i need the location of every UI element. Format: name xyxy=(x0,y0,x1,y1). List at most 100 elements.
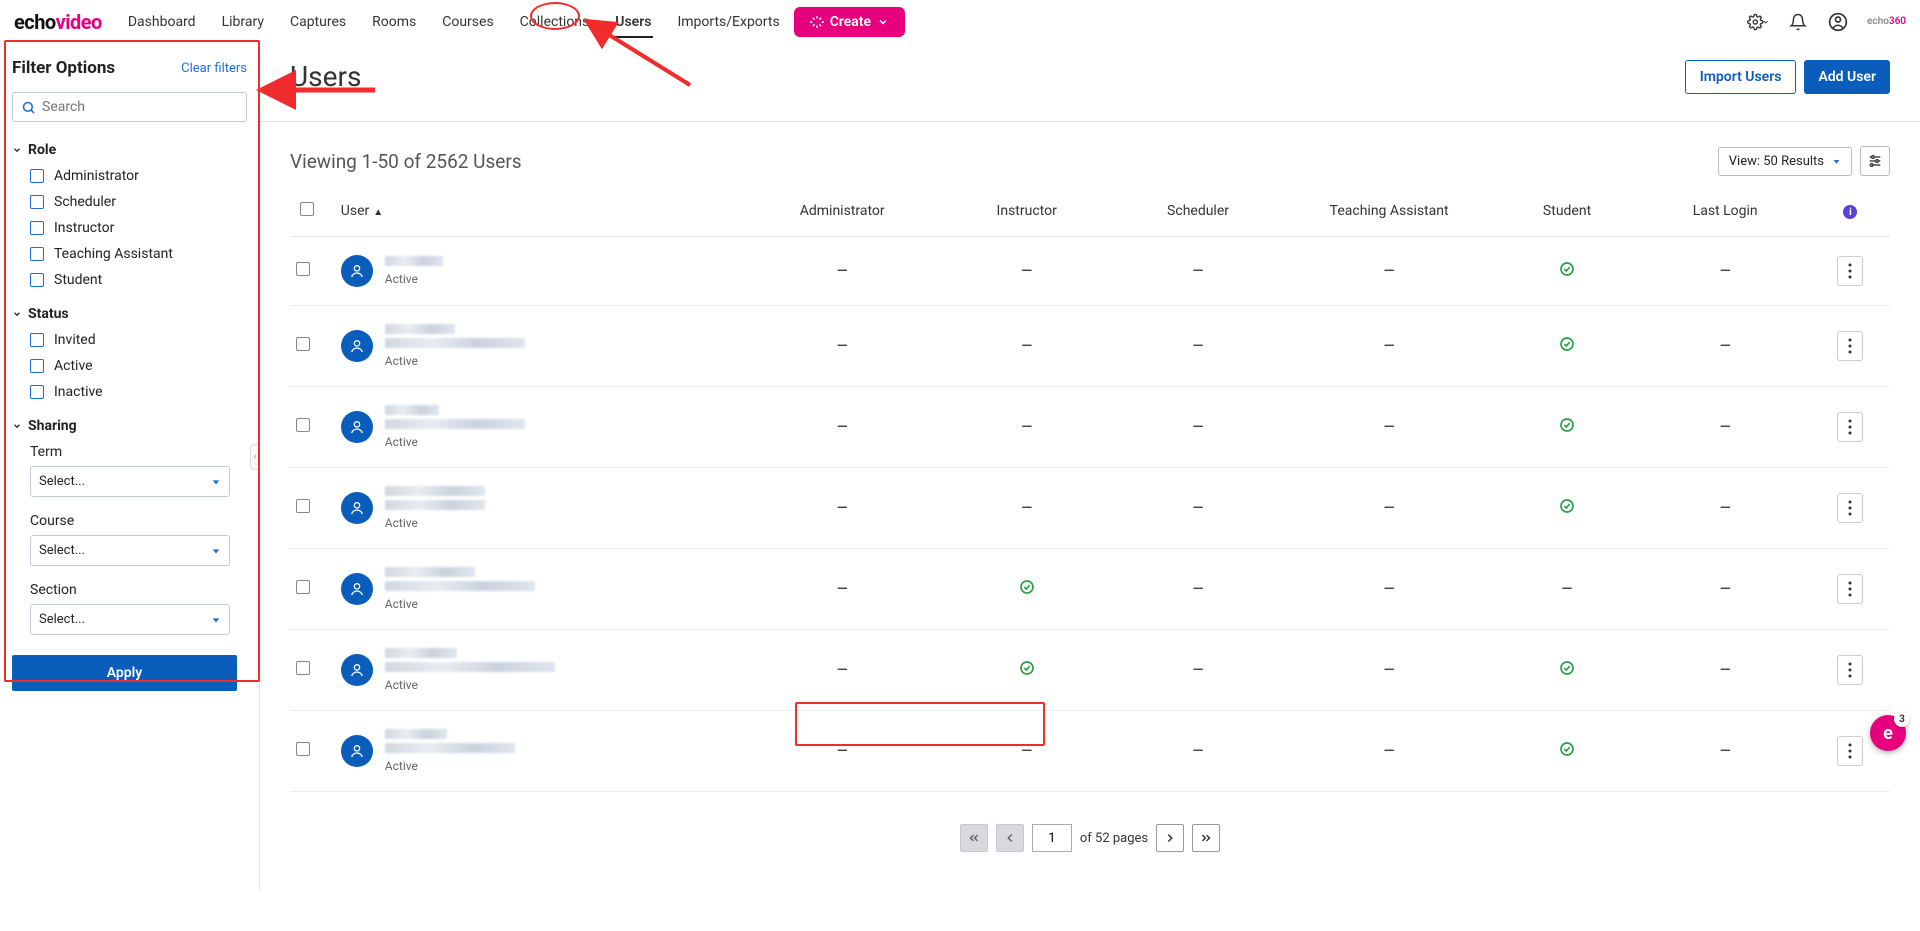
filter-role-instructor[interactable]: Instructor xyxy=(30,220,247,236)
col-student[interactable]: Student xyxy=(1495,192,1640,237)
row-actions-button[interactable] xyxy=(1837,412,1863,442)
help-badge[interactable]: e 3 xyxy=(1870,715,1906,751)
import-users-button[interactable]: Import Users xyxy=(1685,60,1797,94)
chevron-down-icon xyxy=(12,309,22,319)
sparkle-icon xyxy=(810,15,824,29)
table-row: Active————— xyxy=(290,306,1890,387)
row-checkbox[interactable] xyxy=(296,418,310,432)
user-status: Active xyxy=(385,516,485,530)
col-instructor[interactable]: Instructor xyxy=(941,192,1112,237)
page-prev-button[interactable] xyxy=(996,824,1024,852)
page-last-button[interactable] xyxy=(1192,824,1220,852)
user-status: Active xyxy=(385,678,555,692)
status-section-toggle[interactable]: Status xyxy=(12,306,247,322)
avatar xyxy=(341,654,373,686)
col-lastlogin[interactable]: Last Login xyxy=(1640,192,1811,237)
page-total-label: of 52 pages xyxy=(1080,831,1148,846)
nav-collections[interactable]: Collections xyxy=(518,4,592,40)
avatar xyxy=(341,255,373,287)
filter-status-invited[interactable]: Invited xyxy=(30,332,247,348)
checkmark-icon xyxy=(1559,741,1575,757)
term-select[interactable]: Select... xyxy=(30,466,230,497)
table-row: Active————— xyxy=(290,387,1890,468)
filter-role-student[interactable]: Student xyxy=(30,272,247,288)
filter-title: Filter Options xyxy=(12,58,115,78)
course-select[interactable]: Select... xyxy=(30,535,230,566)
filter-search[interactable] xyxy=(12,92,247,122)
user-status: Active xyxy=(385,597,535,611)
nav-captures[interactable]: Captures xyxy=(288,4,348,40)
row-checkbox[interactable] xyxy=(296,742,310,756)
page-next-button[interactable] xyxy=(1156,824,1184,852)
col-ta[interactable]: Teaching Assistant xyxy=(1284,192,1495,237)
checkmark-icon xyxy=(1559,417,1575,433)
chevron-down-icon xyxy=(12,421,22,431)
checkmark-icon xyxy=(1559,261,1575,277)
filter-role-teaching-assistant[interactable]: Teaching Assistant xyxy=(30,246,247,262)
view-count-select[interactable]: View: 50 Results xyxy=(1718,147,1852,176)
user-status: Active xyxy=(385,272,443,286)
sliders-icon xyxy=(1867,153,1883,169)
add-user-button[interactable]: Add User xyxy=(1804,60,1890,94)
filter-status-inactive[interactable]: Inactive xyxy=(30,384,247,400)
nav-courses[interactable]: Courses xyxy=(440,4,495,40)
search-icon xyxy=(21,100,36,115)
row-actions-button[interactable] xyxy=(1837,331,1863,361)
checkbox-icon xyxy=(30,247,44,261)
avatar xyxy=(341,330,373,362)
filter-role-scheduler[interactable]: Scheduler xyxy=(30,194,247,210)
checkmark-icon xyxy=(1019,660,1035,676)
nav-imports-exports[interactable]: Imports/Exports xyxy=(675,4,781,40)
checkbox-icon xyxy=(30,273,44,287)
section-select[interactable]: Select... xyxy=(30,604,230,635)
caret-down-icon xyxy=(211,546,221,556)
row-actions-button[interactable] xyxy=(1837,256,1863,286)
sidebar-collapse-handle[interactable]: ‹ xyxy=(250,444,260,470)
chevron-down-icon xyxy=(877,16,889,28)
row-actions-button[interactable] xyxy=(1837,574,1863,604)
checkbox-icon xyxy=(30,169,44,183)
row-actions-button[interactable] xyxy=(1837,655,1863,685)
select-all-checkbox[interactable] xyxy=(300,202,314,216)
checkbox-icon xyxy=(30,195,44,209)
page-number-input[interactable] xyxy=(1032,824,1072,852)
info-icon[interactable]: i xyxy=(1843,205,1857,219)
settings-gear-icon[interactable] xyxy=(1747,11,1769,33)
checkmark-icon xyxy=(1559,336,1575,352)
section-label: Section xyxy=(30,582,247,598)
filter-status-active[interactable]: Active xyxy=(30,358,247,374)
account-icon[interactable] xyxy=(1827,11,1849,33)
nav-rooms[interactable]: Rooms xyxy=(370,4,418,40)
sharing-section-toggle[interactable]: Sharing xyxy=(12,418,247,434)
row-checkbox[interactable] xyxy=(296,580,310,594)
page-title: Users xyxy=(290,60,1890,93)
filter-role-administrator[interactable]: Administrator xyxy=(30,168,247,184)
bell-icon[interactable] xyxy=(1787,11,1809,33)
col-scheduler[interactable]: Scheduler xyxy=(1112,192,1283,237)
caret-down-icon xyxy=(211,477,221,487)
checkbox-icon xyxy=(30,333,44,347)
row-actions-button[interactable] xyxy=(1837,493,1863,523)
apply-filters-button[interactable]: Apply xyxy=(12,655,237,691)
checkmark-icon xyxy=(1559,498,1575,514)
nav-library[interactable]: Library xyxy=(220,4,266,40)
clear-filters-link[interactable]: Clear filters xyxy=(181,61,247,76)
role-section-toggle[interactable]: Role xyxy=(12,142,247,158)
col-admin[interactable]: Administrator xyxy=(743,192,941,237)
chevron-down-icon xyxy=(12,145,22,155)
column-settings-button[interactable] xyxy=(1860,146,1890,176)
filter-search-input[interactable] xyxy=(42,99,238,115)
page-first-button[interactable] xyxy=(960,824,988,852)
mini-brand: echo360 xyxy=(1867,16,1906,27)
row-checkbox[interactable] xyxy=(296,262,310,276)
row-checkbox[interactable] xyxy=(296,661,310,675)
row-actions-button[interactable] xyxy=(1837,736,1863,766)
nav-dashboard[interactable]: Dashboard xyxy=(126,4,198,40)
app-logo[interactable]: echovideo xyxy=(14,10,102,34)
row-checkbox[interactable] xyxy=(296,499,310,513)
col-user[interactable]: User▲ xyxy=(335,192,744,237)
avatar xyxy=(341,411,373,443)
create-button[interactable]: Create xyxy=(794,7,905,37)
nav-users[interactable]: Users xyxy=(613,4,653,40)
row-checkbox[interactable] xyxy=(296,337,310,351)
